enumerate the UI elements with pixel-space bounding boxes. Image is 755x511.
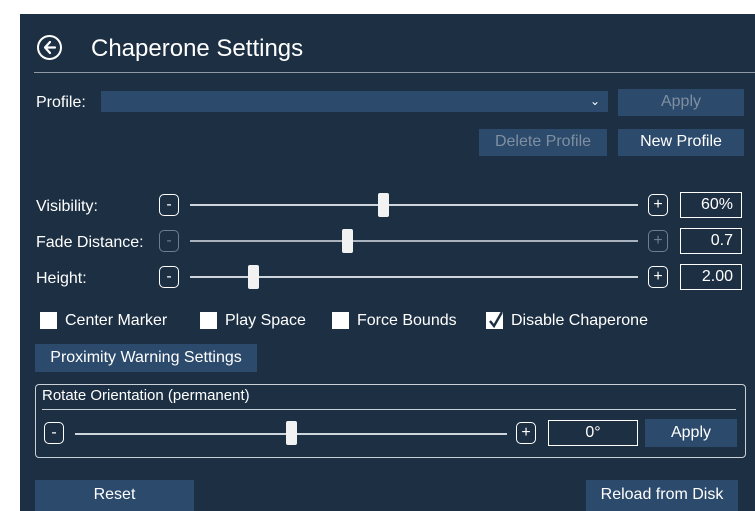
- slider-value-field[interactable]: 60%: [680, 192, 742, 218]
- checkbox[interactable]: [332, 312, 349, 329]
- new-profile-button[interactable]: New Profile: [618, 129, 744, 156]
- profile-label: Profile:: [36, 94, 86, 111]
- delete-profile-button[interactable]: Delete Profile: [479, 129, 607, 156]
- reload-from-disk-button[interactable]: Reload from Disk: [586, 480, 738, 511]
- rotate-decrease-button[interactable]: -: [44, 422, 64, 444]
- slider-increase-button[interactable]: +: [648, 230, 668, 252]
- slider-decrease-button[interactable]: -: [159, 194, 179, 216]
- slider-label: Height:: [36, 270, 87, 287]
- rotate-increase-button[interactable]: +: [516, 422, 536, 444]
- slider-increase-button[interactable]: +: [648, 194, 668, 216]
- profile-combobox[interactable]: ⌄: [101, 91, 608, 112]
- slider-increase-button[interactable]: +: [648, 266, 668, 288]
- slider-label: Visibility:: [36, 198, 98, 215]
- checkbox[interactable]: [486, 311, 504, 329]
- slider-track[interactable]: [190, 204, 638, 206]
- back-button[interactable]: [37, 35, 62, 60]
- checkbox[interactable]: [200, 312, 217, 329]
- page-title: Chaperone Settings: [91, 35, 304, 62]
- rotate-slider-handle[interactable]: [286, 421, 297, 445]
- slider-handle[interactable]: [342, 229, 353, 253]
- slider-handle[interactable]: [248, 265, 259, 289]
- checkbox-label: Play Space: [225, 312, 306, 329]
- header-divider: [34, 72, 755, 73]
- proximity-warning-settings-button[interactable]: Proximity Warning Settings: [35, 344, 257, 372]
- checkbox-label: Center Marker: [65, 312, 168, 329]
- rotate-divider: [42, 409, 736, 410]
- slider-label: Fade Distance:: [36, 234, 144, 251]
- rotate-orientation-title: Rotate Orientation (permanent): [42, 387, 250, 404]
- checkbox-label: Force Bounds: [357, 312, 457, 329]
- profile-apply-button[interactable]: Apply: [618, 89, 744, 116]
- slider-track[interactable]: [190, 240, 638, 242]
- back-arrow-icon: [43, 40, 57, 55]
- rotate-apply-button[interactable]: Apply: [645, 419, 737, 447]
- slider-value-field[interactable]: 2.00: [680, 264, 742, 290]
- checkbox-label: Disable Chaperone: [511, 312, 648, 329]
- chaperone-settings-panel: Chaperone Settings Profile: ⌄ Apply Dele…: [20, 14, 755, 511]
- slider-handle[interactable]: [378, 193, 389, 217]
- slider-decrease-button[interactable]: -: [159, 266, 179, 288]
- reset-button[interactable]: Reset: [35, 480, 194, 511]
- checkmark-icon: [489, 311, 504, 329]
- slider-decrease-button[interactable]: -: [159, 230, 179, 252]
- checkbox[interactable]: [40, 312, 57, 329]
- chevron-down-icon: ⌄: [589, 94, 600, 108]
- rotate-value-field[interactable]: 0°: [548, 420, 638, 446]
- slider-value-field[interactable]: 0.7: [680, 228, 742, 254]
